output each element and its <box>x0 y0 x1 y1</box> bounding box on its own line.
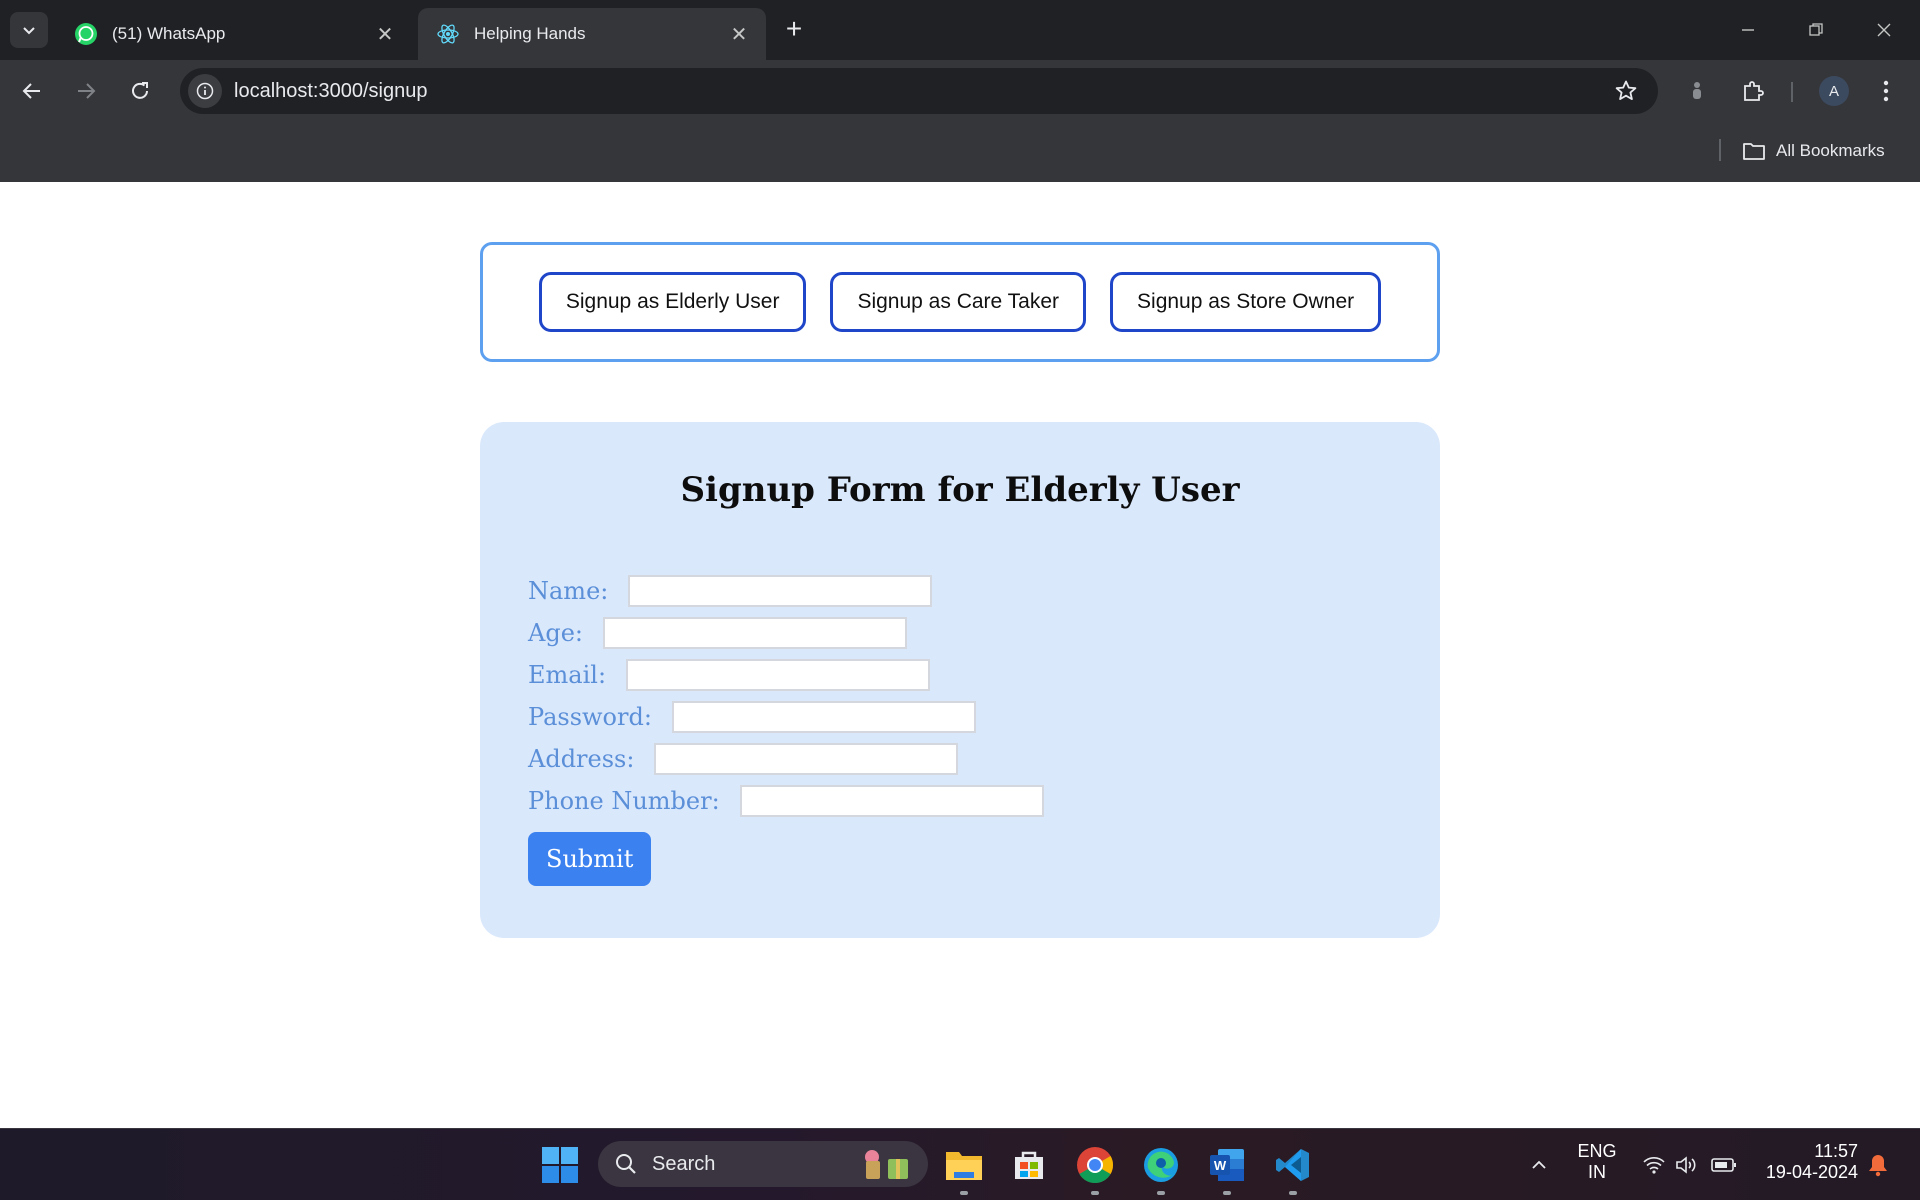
running-indicator <box>1223 1191 1231 1195</box>
signup-form: Signup Form for Elderly User Name: Age: … <box>480 422 1440 938</box>
submit-button[interactable]: Submit <box>528 832 652 886</box>
form-row-age: Age: <box>528 612 1044 654</box>
reload-button[interactable] <box>122 73 158 109</box>
new-tab-button[interactable]: + <box>776 14 812 46</box>
bookmarks-divider <box>1719 139 1721 161</box>
language-indicator[interactable]: ENG IN <box>1570 1141 1624 1183</box>
email-input[interactable] <box>626 659 931 691</box>
form-title: Signup Form for Elderly User <box>680 470 1240 510</box>
kebab-menu-icon[interactable] <box>1868 73 1904 109</box>
running-indicator <box>1091 1191 1099 1195</box>
close-tab-icon[interactable]: ✕ <box>374 22 396 47</box>
phone-number-input[interactable] <box>739 785 1044 817</box>
profile-avatar[interactable]: A <box>1819 76 1849 106</box>
minimize-icon <box>1742 29 1754 31</box>
taskbar-search[interactable]: Search <box>598 1141 928 1187</box>
clock-time: 11:57 <box>1814 1141 1858 1161</box>
search-icon <box>616 1154 636 1174</box>
browser-toolbar: localhost:3000/signup A <box>0 60 1920 122</box>
running-indicator <box>1289 1191 1297 1195</box>
signup-care-taker-button[interactable]: Signup as Care Taker <box>830 272 1087 332</box>
clock[interactable]: 11:57 19-04-2024 <box>1758 1141 1858 1183</box>
react-icon <box>436 22 460 46</box>
age-input[interactable] <box>602 617 907 649</box>
chevron-down-icon <box>23 27 35 35</box>
search-highlight-icon <box>865 1150 908 1179</box>
search-placeholder: Search <box>652 1152 716 1175</box>
form-row-name: Name: <box>528 570 1044 612</box>
email-label: Email: <box>528 661 607 689</box>
extensions-puzzle-icon[interactable] <box>1735 73 1771 109</box>
windows-taskbar: Search W ENG IN 11:57 19-04-2024 <box>0 1128 1920 1200</box>
whatsapp-icon <box>74 22 98 46</box>
restore-button[interactable] <box>1786 12 1846 48</box>
region-code: IN <box>1588 1162 1606 1182</box>
clock-date: 19-04-2024 <box>1765 1162 1858 1182</box>
file-explorer-icon[interactable] <box>940 1141 988 1195</box>
toolbar-divider <box>1791 82 1793 102</box>
tab-title: Helping Hands <box>474 24 586 43</box>
tab-whatsapp[interactable]: (51) WhatsApp ✕ <box>56 8 412 60</box>
form-row-phone: Phone Number: <box>528 780 1044 822</box>
edge-icon[interactable] <box>1137 1141 1185 1195</box>
chrome-icon[interactable] <box>1071 1141 1119 1195</box>
signup-elderly-user-button[interactable]: Signup as Elderly User <box>538 272 807 332</box>
all-bookmarks-label: All Bookmarks <box>1776 141 1885 160</box>
tab-search-button[interactable] <box>10 12 48 48</box>
bookmark-star-icon[interactable] <box>1606 79 1646 103</box>
extension-puppet-icon[interactable] <box>1679 73 1715 109</box>
running-indicator <box>1157 1191 1165 1195</box>
word-icon[interactable]: W <box>1203 1141 1251 1195</box>
minimize-button[interactable] <box>1718 12 1778 48</box>
microsoft-store-icon[interactable] <box>1005 1141 1053 1189</box>
page-content: Signup as Elderly User Signup as Care Ta… <box>0 182 1920 1128</box>
form-row-password: Password: <box>528 696 1044 738</box>
form-fields: Name: Age: Email: Password: Address: Pho… <box>528 570 1044 822</box>
address-bar[interactable]: localhost:3000/signup <box>180 68 1658 114</box>
address-input[interactable] <box>654 743 959 775</box>
language-code: ENG <box>1577 1141 1617 1161</box>
form-row-email: Email: <box>528 654 1044 696</box>
role-selector: Signup as Elderly User Signup as Care Ta… <box>480 242 1440 362</box>
tab-title: (51) WhatsApp <box>112 24 226 43</box>
windows-start-icon[interactable] <box>536 1141 584 1189</box>
url-text[interactable]: localhost:3000/signup <box>234 80 1606 103</box>
close-icon <box>1877 23 1891 37</box>
arrow-left-icon <box>22 83 40 99</box>
site-info-icon[interactable] <box>188 74 222 108</box>
tab-helping-hands[interactable]: Helping Hands ✕ <box>418 8 766 60</box>
restore-icon <box>1809 23 1823 36</box>
vscode-icon[interactable] <box>1269 1141 1317 1195</box>
chevron-up-icon[interactable] <box>1515 1141 1563 1189</box>
name-label: Name: <box>528 577 609 605</box>
password-input[interactable] <box>671 701 976 733</box>
folder-icon <box>1743 143 1765 160</box>
back-button[interactable] <box>14 73 50 109</box>
address-label: Address: <box>528 745 635 773</box>
close-tab-icon[interactable]: ✕ <box>728 22 750 47</box>
battery-icon[interactable] <box>1700 1141 1748 1189</box>
password-label: Password: <box>528 703 652 731</box>
age-label: Age: <box>528 619 583 647</box>
phone-number-label: Phone Number: <box>528 787 720 815</box>
browser-tab-strip: (51) WhatsApp ✕ Helping Hands ✕ + <box>0 0 1920 60</box>
reload-icon <box>132 82 148 99</box>
signup-store-owner-button[interactable]: Signup as Store Owner <box>1110 272 1382 332</box>
running-indicator <box>960 1191 968 1195</box>
forward-button[interactable] <box>68 73 104 109</box>
all-bookmarks-button[interactable]: All Bookmarks <box>1742 136 1885 166</box>
name-input[interactable] <box>628 575 933 607</box>
form-row-address: Address: <box>528 738 1044 780</box>
bookmarks-bar: All Bookmarks <box>0 122 1920 182</box>
arrow-right-icon <box>78 83 96 99</box>
notification-bell-icon[interactable] <box>1854 1141 1902 1189</box>
close-window-button[interactable] <box>1854 12 1914 48</box>
svg-text:W: W <box>1214 1158 1227 1173</box>
